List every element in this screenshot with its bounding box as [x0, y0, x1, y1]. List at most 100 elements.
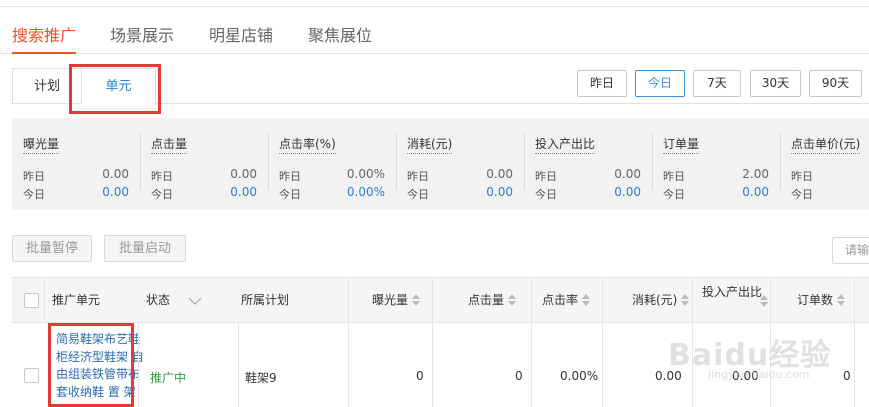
metric-yesterday-label: 昨日 — [791, 170, 813, 183]
metric-today-label: 今日 — [279, 188, 301, 201]
header-orders-label: 订单数 — [797, 293, 834, 307]
status-badge: 推广中 — [150, 371, 187, 385]
cost-cell: 0.00 — [655, 369, 682, 383]
select-all-checkbox[interactable] — [24, 293, 39, 308]
metric-today-value: 0.00 — [614, 185, 641, 199]
active-tab-indicator — [12, 52, 76, 54]
metric-title[interactable]: 点击单价(元) — [791, 135, 861, 154]
metric-yesterday-value: 0.00 — [102, 167, 129, 181]
page-root: 搜索推广 场景展示 明星店铺 聚焦展位 计划 单元 昨日 今日 7天 30天 9… — [0, 0, 869, 407]
date-today-button[interactable]: 今日 — [635, 70, 685, 97]
roi-cell: 0.00 — [732, 369, 759, 383]
metric-today-value: 0.00 — [742, 185, 769, 199]
metric-today-value: 0.00 — [486, 185, 513, 199]
metric-title[interactable]: 消耗(元) — [407, 135, 453, 154]
column-divider — [770, 278, 771, 322]
header-clicks-label: 点击量 — [468, 293, 505, 307]
metric-today-label: 今日 — [791, 188, 813, 201]
header-cost[interactable]: 消耗(元) — [632, 278, 690, 322]
metric-yesterday-label: 昨日 — [663, 170, 685, 183]
column-divider — [348, 278, 349, 322]
batch-pause-button[interactable]: 批量暂停 — [12, 235, 92, 262]
date-yesterday-button[interactable]: 昨日 — [577, 70, 627, 97]
metric-today-value: 0.00 — [102, 185, 129, 199]
header-impressions-label: 曝光量 — [372, 293, 409, 307]
metric-title[interactable]: 曝光量 — [23, 135, 60, 154]
column-divider — [432, 278, 433, 322]
subtab-unit[interactable]: 单元 — [82, 68, 156, 105]
date-90d-button[interactable]: 90天 — [809, 70, 862, 97]
metric-cost: 消耗(元) 昨日 0.00 今日 0.00 — [396, 118, 524, 210]
sort-icon[interactable] — [837, 293, 846, 306]
header-status[interactable]: 状态 — [146, 278, 202, 322]
header-orders[interactable]: 订单数 — [797, 278, 846, 322]
row-checkbox[interactable] — [24, 368, 39, 383]
sort-icon[interactable] — [412, 293, 421, 306]
header-impressions[interactable]: 曝光量 — [372, 278, 421, 322]
metric-divider — [396, 132, 397, 190]
metric-yesterday-value: 0.00% — [346, 167, 385, 181]
date-7d-button[interactable]: 7天 — [693, 70, 741, 97]
metric-yesterday-label: 昨日 — [279, 170, 301, 183]
metric-yesterday-value: 0.00 — [230, 167, 257, 181]
header-ctr[interactable]: 点击率 — [542, 278, 591, 322]
metric-yesterday-label: 昨日 — [23, 170, 45, 183]
column-divider — [602, 323, 603, 407]
batch-start-button[interactable]: 批量启动 — [104, 235, 186, 262]
plan-cell: 鞋架9 — [245, 371, 277, 385]
metric-yesterday-label: 昨日 — [535, 170, 557, 183]
metric-yesterday-label: 昨日 — [407, 170, 429, 183]
sort-icon[interactable] — [681, 293, 690, 306]
metric-roi: 投入产出比 昨日 0.00 今日 0.00 — [524, 118, 652, 210]
top-tab-bar: 搜索推广 场景展示 明星店铺 聚焦展位 — [0, 8, 869, 54]
metric-today-label: 今日 — [407, 188, 429, 201]
sort-icon[interactable] — [508, 293, 517, 306]
table-row: 简易鞋架布艺鞋柜经济型鞋架 自由组装铁管带布套收纳鞋 置 架 推广中 鞋架9 0… — [12, 323, 869, 407]
clicks-cell: 0 — [515, 369, 523, 383]
tab-star-shop[interactable]: 明星店铺 — [209, 22, 273, 46]
date-30d-button[interactable]: 30天 — [750, 70, 801, 97]
metric-divider — [652, 132, 653, 190]
metric-title[interactable]: 订单量 — [663, 135, 700, 154]
metric-today-label: 今日 — [535, 188, 557, 201]
column-divider — [854, 323, 855, 407]
column-divider — [602, 278, 603, 322]
sort-icon[interactable] — [582, 293, 591, 306]
header-clicks[interactable]: 点击量 — [468, 278, 517, 322]
impressions-cell: 0 — [416, 369, 424, 383]
metric-title[interactable]: 点击率(%) — [279, 135, 336, 154]
chevron-down-icon[interactable] — [188, 296, 202, 306]
column-divider — [238, 323, 239, 407]
tab-scene-display[interactable]: 场景展示 — [110, 22, 174, 46]
metric-title[interactable]: 投入产出比 — [535, 135, 596, 154]
column-divider — [138, 323, 139, 407]
metric-today-value: 0.00% — [346, 185, 385, 199]
metric-yesterday-value: 0.00 — [486, 167, 513, 181]
column-divider — [854, 278, 855, 322]
ctr-cell: 0.00% — [560, 369, 599, 383]
search-input[interactable]: 请输... — [832, 237, 869, 264]
column-divider — [348, 323, 349, 407]
metric-divider — [524, 132, 525, 190]
subtab-plan[interactable]: 计划 — [12, 68, 82, 104]
tab-focus-booth[interactable]: 聚焦展位 — [308, 22, 372, 46]
metric-impressions: 曝光量 昨日 0.00 今日 0.00 — [12, 118, 140, 210]
metric-title[interactable]: 点击量 — [151, 135, 188, 154]
column-divider — [531, 323, 532, 407]
unit-name-link[interactable]: 简易鞋架布艺鞋柜经济型鞋架 自由组装铁管带布套收纳鞋 置 架 — [56, 331, 146, 401]
metric-clicks: 点击量 昨日 0.00 今日 0.00 — [140, 118, 268, 210]
header-plan: 所属计划 — [241, 293, 290, 307]
column-divider — [770, 323, 771, 407]
tab-search-promotion[interactable]: 搜索推广 — [12, 22, 76, 46]
metric-orders: 订单量 昨日 2.00 今日 0.00 — [652, 118, 780, 210]
metric-cpc: 点击单价(元) 昨日 今日 — [780, 118, 869, 210]
metric-today-label: 今日 — [663, 188, 685, 201]
column-divider — [432, 323, 433, 407]
metric-today-label: 今日 — [23, 188, 45, 201]
sort-icon[interactable] — [760, 295, 768, 307]
header-unit: 推广单元 — [52, 293, 101, 307]
header-ctr-label: 点击率 — [542, 293, 579, 307]
header-roi: 投入产出比 — [701, 285, 762, 299]
top-rule — [0, 6, 869, 7]
column-divider — [531, 278, 532, 322]
